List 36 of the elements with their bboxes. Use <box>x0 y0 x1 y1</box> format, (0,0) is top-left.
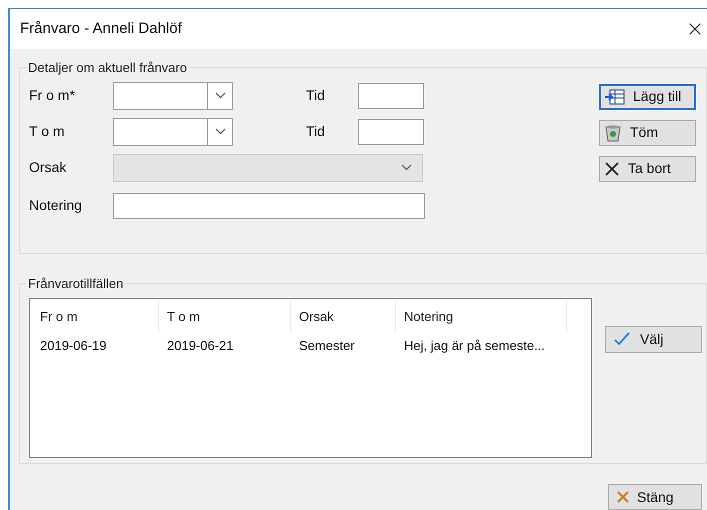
time-label: Tid <box>306 86 326 105</box>
to-label: T o m <box>29 122 66 141</box>
group-title: Frånvarotillfällen <box>27 275 124 293</box>
time-label: Tid <box>306 122 326 141</box>
caret-icon <box>401 164 412 171</box>
list-row[interactable]: 2019-06-19 2019-06-21 Semester Hej, jag är på semeste... <box>32 332 591 358</box>
to-time-field[interactable] <box>358 118 424 144</box>
list-cell-text: 2019-06-21 <box>166 336 234 355</box>
caret-icon <box>214 92 226 99</box>
note-label: Notering <box>29 196 83 215</box>
action-button[interactable]: Ta bort <box>599 156 696 182</box>
action-button[interactable]: Töm <box>599 120 696 146</box>
to-date-combobox[interactable] <box>113 118 233 146</box>
group-title: Detaljer om aktuell frånvaro <box>27 59 188 77</box>
select-button[interactable]: Välj <box>605 326 702 352</box>
from-time-field[interactable] <box>358 82 424 108</box>
trash-bin-icon <box>604 124 622 142</box>
window-title: Frånvaro - Anneli Dahlöf <box>20 18 182 39</box>
list-cell-text: Hej, jag är på semeste... <box>403 336 546 355</box>
column-header[interactable]: T o m <box>159 300 291 332</box>
cross-icon <box>604 160 620 176</box>
list-cell-text: Semester <box>298 336 356 355</box>
column-header[interactable]: Notering <box>396 300 567 332</box>
table-arrow-icon <box>605 88 625 104</box>
reason-label: Orsak <box>29 158 68 177</box>
column-header[interactable]: Orsak <box>291 300 396 332</box>
action-button[interactable]: Lägg till <box>599 84 696 110</box>
close-button[interactable]: Stäng <box>608 484 702 510</box>
from-label: Fr o m* <box>29 86 76 105</box>
check-icon <box>614 332 630 346</box>
note-field[interactable] <box>113 192 425 218</box>
column-header[interactable]: Fr o m <box>32 300 159 332</box>
caret-icon <box>214 128 226 135</box>
cross-icon <box>617 491 629 503</box>
list-cell-text: 2019-06-19 <box>39 336 108 355</box>
from-date-combobox[interactable] <box>113 82 233 110</box>
